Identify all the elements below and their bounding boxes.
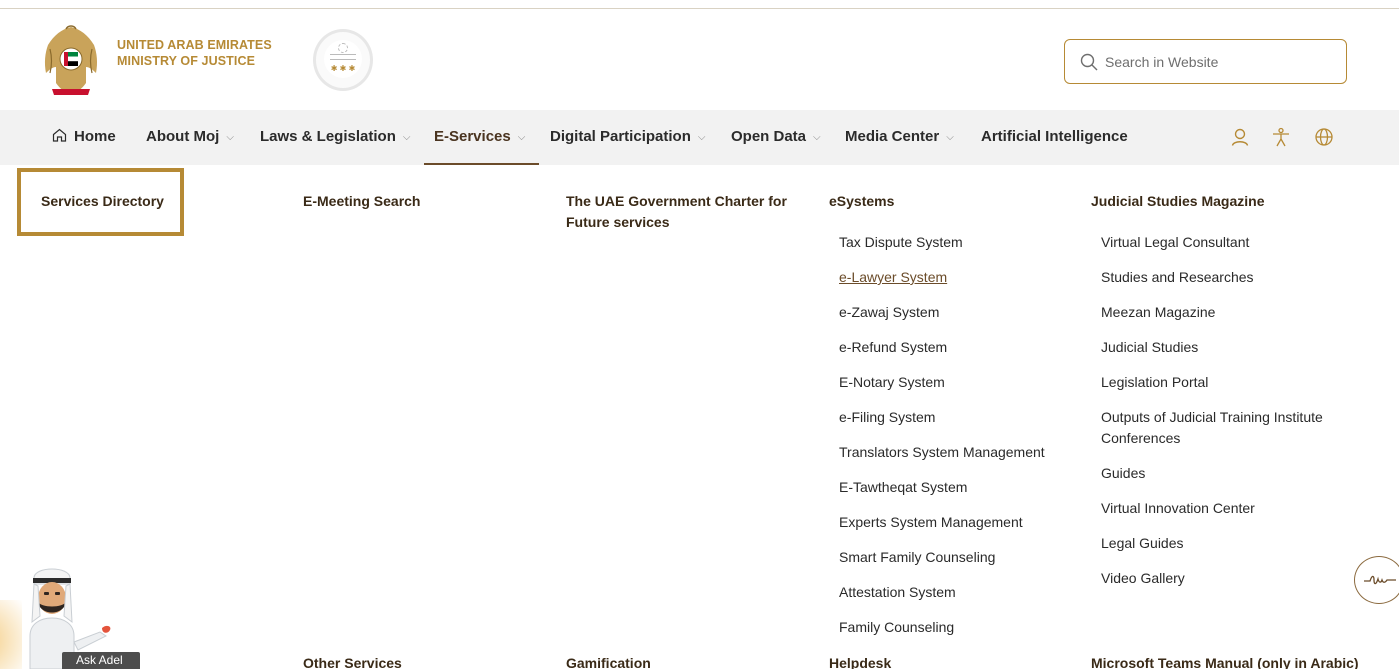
menu-esystems[interactable]: eSystems	[829, 191, 894, 212]
menu-item-legal-guides[interactable]: Legal Guides	[1101, 533, 1184, 554]
nav-media-label: Media Center	[845, 128, 940, 145]
menu-other-services[interactable]: Other Services	[303, 653, 402, 669]
menu-item-studies-researches[interactable]: Studies and Researches	[1101, 267, 1254, 288]
menu-item-e-lawyer-system[interactable]: e-Lawyer System	[839, 267, 947, 288]
brand-line-1: UNITED ARAB EMIRATES	[117, 38, 272, 52]
menu-item-e-refund-system[interactable]: e-Refund System	[839, 337, 947, 358]
menu-helpdesk[interactable]: Helpdesk	[829, 653, 891, 669]
menu-e-meeting-search[interactable]: E-Meeting Search	[303, 191, 420, 212]
menu-item-judicial-studies[interactable]: Judicial Studies	[1101, 337, 1198, 358]
menu-judicial-studies-magazine[interactable]: Judicial Studies Magazine	[1091, 191, 1265, 212]
nav-home[interactable]: Home	[52, 110, 116, 165]
brand-line-2: MINISTRY OF JUSTICE	[117, 54, 256, 68]
chevron-down-icon: ⌵	[697, 132, 706, 143]
menu-item-attestation-system[interactable]: Attestation System	[839, 582, 956, 603]
search-box[interactable]	[1064, 39, 1347, 84]
nav-eservices-label: E-Services	[434, 128, 511, 145]
nav-artificial-intelligence[interactable]: Artificial Intelligence	[981, 110, 1128, 165]
nav-laws-label: Laws & Legislation	[260, 128, 396, 145]
ministry-name[interactable]: UNITED ARAB EMIRATES MINISTRY OF JUSTICE	[117, 37, 272, 69]
user-icon[interactable]	[1230, 127, 1250, 147]
nav-open-data[interactable]: Open Data ⌵	[731, 110, 821, 165]
chevron-down-icon: ⌵	[813, 132, 821, 143]
menu-item-e-tawtheqat-system[interactable]: E-Tawtheqat System	[839, 477, 967, 498]
nav-media-center[interactable]: Media Center ⌵	[845, 110, 954, 165]
nav-about-moj[interactable]: About Moj ⌵	[146, 110, 234, 165]
search-input[interactable]	[1105, 49, 1335, 75]
nav-digital-participation[interactable]: Digital Participation ⌵	[550, 110, 705, 165]
chevron-down-icon: ⌵	[402, 132, 411, 143]
chevron-down-icon: ⌵	[517, 132, 526, 143]
menu-item-video-gallery[interactable]: Video Gallery	[1101, 568, 1185, 589]
assistant-glow	[0, 600, 22, 669]
search-icon[interactable]	[1080, 53, 1098, 71]
menu-government-charter[interactable]: The UAE Government Charter for Future se…	[566, 191, 821, 233]
nav-digital-label: Digital Participation	[550, 128, 691, 145]
home-icon	[52, 128, 67, 142]
accessibility-icon[interactable]	[1271, 127, 1291, 147]
menu-item-virtual-innovation-center[interactable]: Virtual Innovation Center	[1101, 498, 1255, 519]
signature-icon	[1364, 575, 1396, 585]
menu-item-meezan-magazine[interactable]: Meezan Magazine	[1101, 302, 1215, 323]
menu-item-guides[interactable]: Guides	[1101, 463, 1145, 484]
menu-services-directory[interactable]: Services Directory	[41, 191, 164, 212]
nav-home-label: Home	[74, 128, 116, 145]
menu-item-judicial-training-outputs[interactable]: Outputs of Judicial Training Institute C…	[1101, 407, 1351, 449]
chevron-down-icon: ⌵	[946, 132, 954, 143]
award-badge-logo: ✱ ✱ ✱	[313, 29, 373, 91]
menu-teams-manual[interactable]: Microsoft Teams Manual (only in Arabic)	[1091, 653, 1359, 669]
floating-signature-button[interactable]	[1354, 556, 1399, 604]
menu-item-virtual-legal-consultant[interactable]: Virtual Legal Consultant	[1101, 232, 1249, 253]
menu-item-family-counseling[interactable]: Family Counseling	[839, 617, 954, 638]
ask-adel-label[interactable]: Ask Adel	[62, 652, 140, 669]
menu-item-legislation-portal[interactable]: Legislation Portal	[1101, 372, 1208, 393]
globe-icon[interactable]	[1314, 127, 1334, 147]
site-header: UNITED ARAB EMIRATES MINISTRY OF JUSTICE…	[0, 10, 1399, 110]
main-navigation: Home About Moj ⌵ Laws & Legislation ⌵ E-Se…	[0, 110, 1399, 165]
menu-item-e-notary-system[interactable]: E-Notary System	[839, 372, 945, 393]
menu-item-e-filing-system[interactable]: e-Filing System	[839, 407, 935, 428]
menu-item-tax-dispute-system[interactable]: Tax Dispute System	[839, 232, 963, 253]
menu-item-e-zawaj-system[interactable]: e-Zawaj System	[839, 302, 939, 323]
nav-ai-label: Artificial Intelligence	[981, 128, 1128, 145]
nav-about-label: About Moj	[146, 128, 220, 145]
menu-item-experts-system[interactable]: Experts System Management	[839, 512, 1023, 533]
uae-emblem-logo[interactable]	[40, 23, 102, 99]
nav-opendata-label: Open Data	[731, 128, 807, 145]
menu-item-translators-system[interactable]: Translators System Management	[839, 442, 1045, 463]
chevron-down-icon: ⌵	[226, 132, 234, 143]
menu-gamification[interactable]: Gamification	[566, 653, 651, 669]
nav-e-services[interactable]: E-Services ⌵	[424, 110, 539, 165]
menu-item-smart-family-counseling[interactable]: Smart Family Counseling	[839, 547, 995, 568]
nav-laws-legislation[interactable]: Laws & Legislation ⌵	[260, 110, 410, 165]
top-border	[0, 0, 1399, 9]
